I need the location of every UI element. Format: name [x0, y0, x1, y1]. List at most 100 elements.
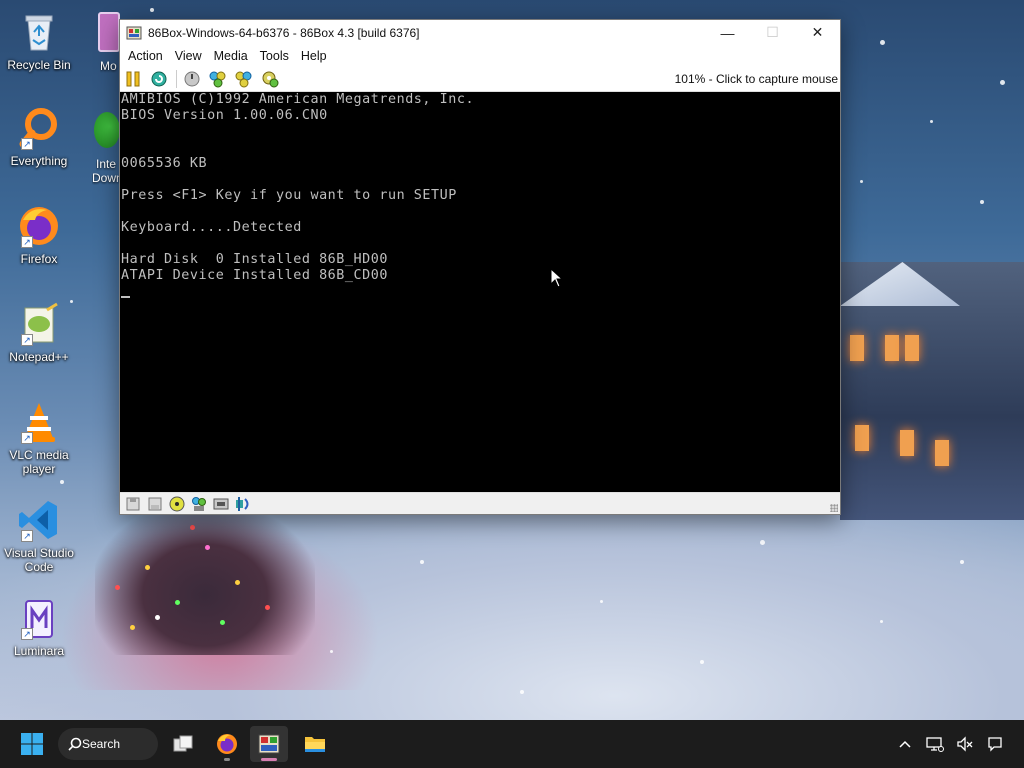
notepad-plus-plus-icon: ↗ — [17, 302, 61, 346]
shortcut-arrow-icon: ↗ — [21, 138, 33, 150]
volume-muted-icon[interactable] — [952, 731, 978, 757]
desktop-icon-label: VLC media player — [9, 448, 69, 476]
wallpaper-house-window — [885, 335, 899, 361]
snowflake — [520, 690, 524, 694]
snowflake — [1000, 80, 1005, 85]
desktop-icon-vlc[interactable]: ↗ VLC media player — [0, 400, 78, 476]
86box-icon — [126, 25, 142, 41]
bios-line: Press <F1> Key if you want to run SETUP — [121, 188, 457, 203]
wallpaper-house-window — [855, 425, 869, 451]
desktop-icon-label: Luminara — [13, 644, 65, 658]
desktop-icon-notepad-plus-plus[interactable]: ↗ Notepad++ — [0, 302, 78, 364]
desktop-icon-label: Down — [92, 171, 122, 185]
wallpaper-house-window — [935, 440, 949, 466]
desktop-icon-label: Visual Studio Code — [4, 546, 74, 574]
network-icon[interactable] — [213, 496, 229, 512]
menu-tools[interactable]: Tools — [254, 49, 295, 63]
desktop-icon-vscode[interactable]: ↗ Visual Studio Code — [0, 498, 78, 574]
desktop-icon-firefox[interactable]: ↗ Firefox — [0, 204, 78, 266]
taskbar-86box[interactable] — [250, 726, 288, 762]
snowflake — [860, 180, 863, 183]
running-indicator — [224, 758, 230, 761]
bios-line: ATAPI Device Installed 86B_CD00 — [121, 268, 388, 283]
chevron-up-icon[interactable] — [892, 731, 918, 757]
shortcut-arrow-icon: ↗ — [21, 334, 33, 346]
snowflake — [330, 650, 333, 653]
menu-bar: Action View Media Tools Help — [120, 45, 840, 67]
wallpaper-christmas-tree — [95, 505, 315, 655]
menu-media[interactable]: Media — [208, 49, 254, 63]
download-manager-icon — [94, 112, 120, 148]
snowflake — [760, 540, 765, 545]
network-icon[interactable] — [922, 731, 948, 757]
reset-icon[interactable] — [150, 70, 168, 88]
snowflake — [60, 480, 64, 484]
notification-icon[interactable] — [982, 731, 1008, 757]
snowflake — [930, 120, 933, 123]
taskbar-search-button[interactable]: Search — [58, 728, 158, 760]
window-title: 86Box-Windows-64-b6376 - 86Box 4.3 [buil… — [148, 25, 420, 40]
vlc-icon: ↗ — [17, 400, 61, 444]
snowflake — [880, 620, 883, 623]
text-cursor — [121, 296, 130, 298]
desktop-icon-label: Everything — [10, 154, 68, 168]
menu-view[interactable]: View — [169, 49, 208, 63]
menu-help[interactable]: Help — [295, 49, 333, 63]
emulator-window[interactable]: 86Box-Windows-64-b6376 - 86Box 4.3 [buil… — [119, 19, 841, 515]
floppy-a-icon[interactable] — [125, 496, 141, 512]
minimize-button[interactable]: — — [705, 20, 750, 45]
running-indicator — [261, 758, 277, 761]
bios-line: Hard Disk 0 Installed 86B_HD00 — [121, 252, 388, 267]
floppy-b-icon[interactable] — [147, 496, 163, 512]
taskbar-file-explorer[interactable] — [296, 726, 334, 762]
shortcut-arrow-icon: ↗ — [21, 530, 33, 542]
cdrom-icon[interactable] — [169, 496, 185, 512]
everything-search-icon: ↗ — [17, 106, 61, 150]
window-titlebar[interactable]: 86Box-Windows-64-b6376 - 86Box 4.3 [buil… — [120, 20, 840, 45]
86box-icon — [258, 734, 280, 754]
ctrl-alt-del-icon[interactable] — [209, 70, 227, 88]
emulator-screen[interactable]: AMIBIOS (C)1992 American Megatrends, Inc… — [120, 92, 840, 492]
ctrl-alt-esc-icon[interactable] — [235, 70, 253, 88]
desktop-icon-label: Firefox — [20, 252, 58, 266]
pause-icon[interactable] — [124, 70, 142, 88]
desktop-icon-everything[interactable]: ↗ Everything — [0, 106, 78, 168]
snowflake — [150, 8, 154, 12]
snowflake — [420, 560, 424, 564]
shortcut-arrow-icon: ↗ — [21, 236, 33, 248]
sound-icon[interactable] — [235, 496, 251, 512]
resize-grip-icon[interactable] — [830, 504, 838, 512]
menu-action[interactable]: Action — [122, 49, 169, 63]
start-button[interactable] — [20, 732, 44, 756]
hard-disk-icon[interactable] — [191, 496, 207, 512]
snowflake — [700, 660, 704, 664]
vscode-icon: ↗ — [17, 498, 61, 542]
firefox-icon: ↗ — [17, 204, 61, 248]
bios-line: Keyboard.....Detected — [121, 220, 302, 235]
luminara-icon: ↗ — [17, 596, 61, 640]
taskbar-firefox[interactable] — [208, 726, 246, 762]
system-tray — [892, 720, 1024, 768]
desktop-icon-recycle-bin[interactable]: Recycle Bin — [0, 10, 78, 72]
settings-icon[interactable] — [261, 70, 279, 88]
maximize-button[interactable]: ☐ — [750, 20, 795, 45]
toolbar-separator — [176, 70, 177, 88]
snowflake — [600, 600, 603, 603]
search-label: Search — [82, 737, 121, 751]
power-icon[interactable] — [183, 70, 201, 88]
windows-logo-icon — [21, 733, 43, 755]
wallpaper-house-window — [900, 430, 914, 456]
taskbar-task-view[interactable] — [164, 726, 202, 762]
desktop-icon-label: Recycle Bin — [7, 58, 71, 72]
close-button[interactable]: ✕ — [795, 20, 840, 45]
snowflake — [980, 200, 984, 204]
desktop-icon-luminara[interactable]: ↗ Luminara — [0, 596, 78, 658]
snowflake — [960, 560, 964, 564]
recycle-bin-icon — [17, 10, 61, 54]
emulator-statusbar — [120, 492, 840, 514]
mouse-pointer-icon — [550, 267, 564, 293]
taskbar: Search — [0, 720, 1024, 768]
snowflake — [880, 40, 885, 45]
capture-mouse-status: 101% - Click to capture mouse — [674, 72, 838, 86]
app-icon — [98, 12, 120, 52]
